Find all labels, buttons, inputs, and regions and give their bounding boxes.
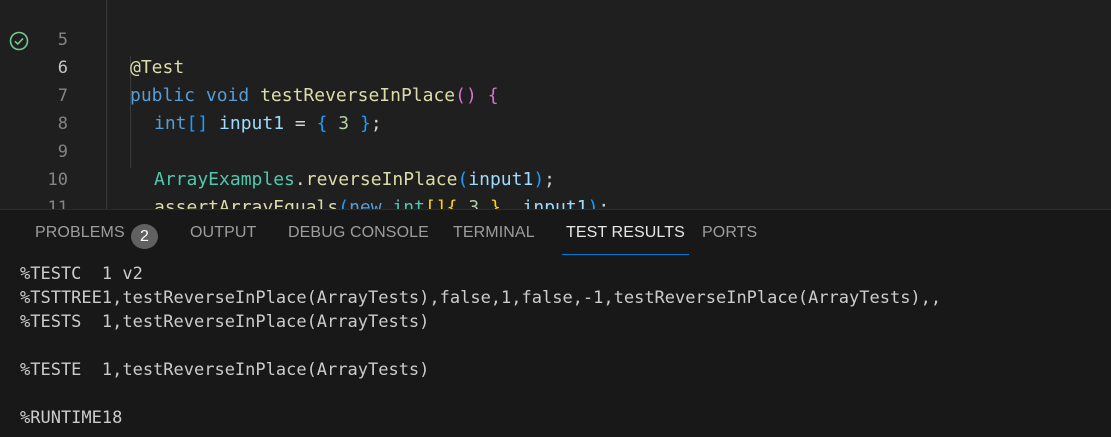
- method-call: assertArrayEquals: [154, 197, 339, 209]
- semicolon: ;: [598, 197, 610, 209]
- type: int: [392, 197, 425, 209]
- code-line-5: 5 @Test: [0, 0, 1111, 78]
- keyword: new: [349, 197, 382, 209]
- variable: input1: [522, 197, 588, 209]
- code-line-9: 9 ArrayExamples.reverseInPlace(input1);: [0, 110, 1111, 190]
- output-line: %TESTC 1 v2: [20, 264, 143, 284]
- brace: }: [490, 197, 501, 209]
- tab-ports[interactable]: PORTS: [702, 224, 757, 254]
- brace: {: [446, 197, 458, 209]
- tab-test-results[interactable]: TEST RESULTS: [562, 224, 689, 255]
- tab-debug-console[interactable]: DEBUG CONSOLE: [288, 224, 429, 254]
- number: 3: [468, 197, 480, 209]
- comma: ,: [500, 197, 512, 209]
- bottom-panel: PROBLEMS 2 OUTPUT DEBUG CONSOLE TERMINAL…: [0, 209, 1111, 437]
- tab-output[interactable]: OUTPUT: [190, 224, 256, 254]
- code-line-6: 6 public void testReverseInPlace() {: [0, 26, 1111, 106]
- problems-count-badge: 2: [131, 224, 158, 249]
- code-line-8: 8: [0, 82, 1111, 134]
- paren: ): [587, 197, 599, 209]
- tab-terminal[interactable]: TERMINAL: [453, 224, 535, 254]
- code-line-11: 11 }: [0, 166, 1111, 209]
- tab-problems[interactable]: PROBLEMS: [35, 224, 125, 254]
- line-number: 11: [47, 198, 68, 209]
- paren: (: [338, 197, 350, 209]
- brackets: []: [424, 197, 447, 209]
- output-line: %TSTTREE1,testReverseInPlace(ArrayTests)…: [20, 288, 942, 308]
- code-line-10: 10 assertArrayEquals(new int[]{ 3 }, inp…: [0, 138, 1111, 209]
- code-line-7: 7 int[] input1 = { 3 };: [0, 54, 1111, 134]
- code-editor[interactable]: 5 @Test 6 public void testReverseInPlace…: [0, 0, 1111, 209]
- output-line: %TESTS 1,testReverseInPlace(ArrayTests): [20, 312, 430, 332]
- output-line: %RUNTIME18: [20, 408, 123, 428]
- output-line: %TESTE 1,testReverseInPlace(ArrayTests): [20, 360, 430, 380]
- panel-tabs: PROBLEMS 2 OUTPUT DEBUG CONSOLE TERMINAL…: [0, 210, 1111, 256]
